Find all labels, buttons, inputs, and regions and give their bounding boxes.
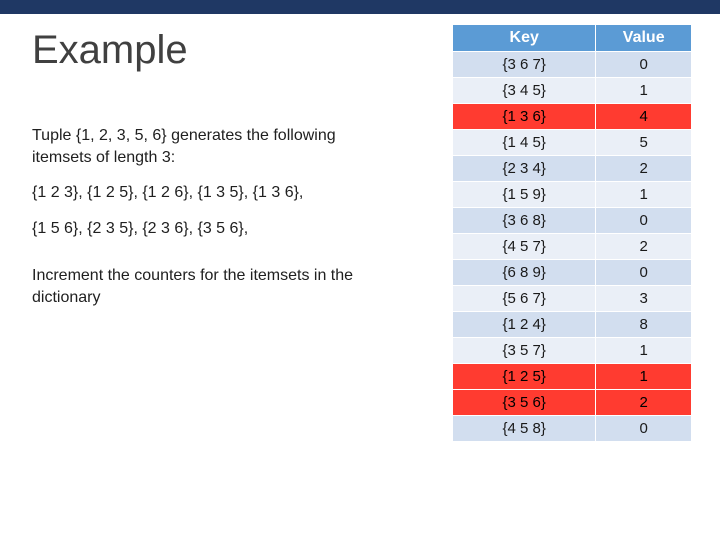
paragraph-itemsets-1: {1 2 3}, {1 2 5}, {1 2 6}, {1 3 5}, {1 3… (32, 182, 382, 204)
top-bar (0, 0, 720, 14)
table-row: {5 6 7}3 (453, 286, 692, 312)
cell-value: 0 (596, 52, 692, 78)
table-row: {1 3 6}4 (453, 104, 692, 130)
cell-value: 2 (596, 156, 692, 182)
table-row: {3 4 5}1 (453, 78, 692, 104)
cell-key: {3 6 8} (453, 208, 596, 234)
cell-key: {5 6 7} (453, 286, 596, 312)
cell-key: {1 2 4} (453, 312, 596, 338)
cell-key: {1 2 5} (453, 364, 596, 390)
cell-value: 0 (596, 260, 692, 286)
table-row: {1 5 9}1 (453, 182, 692, 208)
cell-key: {3 5 7} (453, 338, 596, 364)
cell-key: {1 4 5} (453, 130, 596, 156)
paragraph-intro: Tuple {1, 2, 3, 5, 6} generates the foll… (32, 125, 382, 168)
paragraph-increment: Increment the counters for the itemsets … (32, 265, 382, 308)
cell-value: 0 (596, 416, 692, 442)
body-text: Tuple {1, 2, 3, 5, 6} generates the foll… (32, 125, 382, 323)
cell-key: {3 4 5} (453, 78, 596, 104)
table-row: {3 5 7}1 (453, 338, 692, 364)
paragraph-itemsets-2: {1 5 6}, {2 3 5}, {2 3 6}, {3 5 6}, (32, 218, 382, 240)
cell-value: 1 (596, 182, 692, 208)
cell-value: 5 (596, 130, 692, 156)
cell-value: 1 (596, 338, 692, 364)
table: Key Value {3 6 7}0{3 4 5}1{1 3 6}4{1 4 5… (452, 24, 692, 442)
cell-key: {1 3 6} (453, 104, 596, 130)
table-row: {1 2 5}1 (453, 364, 692, 390)
table-row: {2 3 4}2 (453, 156, 692, 182)
table-row: {3 6 8}0 (453, 208, 692, 234)
table-row: {6 8 9}0 (453, 260, 692, 286)
cell-key: {4 5 8} (453, 416, 596, 442)
cell-key: {4 5 7} (453, 234, 596, 260)
cell-key: {1 5 9} (453, 182, 596, 208)
cell-value: 8 (596, 312, 692, 338)
cell-value: 2 (596, 390, 692, 416)
cell-value: 1 (596, 78, 692, 104)
table-row: {1 4 5}5 (453, 130, 692, 156)
cell-key: {3 5 6} (453, 390, 596, 416)
cell-key: {6 8 9} (453, 260, 596, 286)
cell-value: 0 (596, 208, 692, 234)
table-header-row: Key Value (453, 25, 692, 52)
table-row: {3 6 7}0 (453, 52, 692, 78)
cell-value: 2 (596, 234, 692, 260)
table-row: {4 5 8}0 (453, 416, 692, 442)
header-key: Key (453, 25, 596, 52)
table-row: {3 5 6}2 (453, 390, 692, 416)
cell-key: {3 6 7} (453, 52, 596, 78)
table-row: {1 2 4}8 (453, 312, 692, 338)
page-title: Example (32, 28, 188, 73)
cell-value: 3 (596, 286, 692, 312)
table-row: {4 5 7}2 (453, 234, 692, 260)
cell-key: {2 3 4} (453, 156, 596, 182)
key-value-table: Key Value {3 6 7}0{3 4 5}1{1 3 6}4{1 4 5… (452, 24, 692, 442)
cell-value: 1 (596, 364, 692, 390)
cell-value: 4 (596, 104, 692, 130)
slide: Example Tuple {1, 2, 3, 5, 6} generates … (0, 0, 720, 540)
header-value: Value (596, 25, 692, 52)
